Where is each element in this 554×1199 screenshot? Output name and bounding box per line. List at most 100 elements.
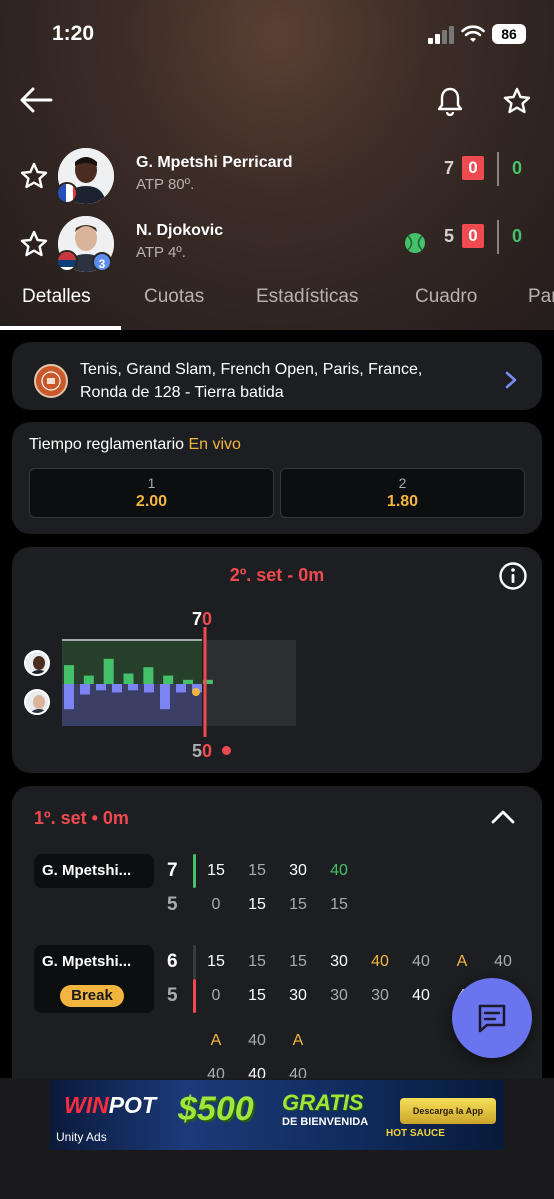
serve-ball-icon <box>192 688 200 696</box>
chat-icon <box>478 1004 506 1033</box>
momentum-bar-player-1 <box>103 658 114 684</box>
momentum-bar-player-2 <box>80 684 90 695</box>
tab-odds[interactable]: Cuotas <box>144 286 204 308</box>
odd-option-1[interactable]: 1 2.00 <box>29 468 274 518</box>
game-score-bottom: 5 <box>167 985 178 1006</box>
player-row-2[interactable]: 3 N. Djokovic ATP 4º. 5 0 0 <box>0 212 554 276</box>
point-value: 30 <box>371 987 389 1004</box>
chevron-right-icon <box>505 371 517 389</box>
odd-value: 1.80 <box>386 493 419 510</box>
arrow-left-icon <box>20 87 53 113</box>
point-value: 15 <box>289 953 307 970</box>
player-games: 5 <box>444 226 455 246</box>
ad-banner-area: WINPOT Unity Ads $500 GRATIS DE BIENVENI… <box>0 1078 554 1199</box>
tab-draw[interactable]: Cuadro <box>415 286 477 308</box>
point-value: 15 <box>207 862 225 879</box>
momentum-bar-player-1 <box>143 667 154 684</box>
point-value: 30 <box>289 862 307 879</box>
point-value: 15 <box>330 896 348 913</box>
point-value: 40 <box>330 862 348 879</box>
odds-title-text: Tiempo reglamentario <box>29 436 185 453</box>
momentum-bar-player-2 <box>160 684 170 710</box>
tab-statistics[interactable]: Estadísticas <box>256 286 358 308</box>
ad-brand-a: WIN <box>64 1092 109 1118</box>
player-games: 7 <box>444 158 455 178</box>
point-value: A <box>456 953 468 970</box>
battery-level: 86 <box>492 24 526 44</box>
momentum-top-point: 0 <box>202 609 213 629</box>
match-header: 1:20 86 G. Mpetshi Perricard ATP 80º. 7 … <box>0 0 554 330</box>
point-value: A <box>292 1032 304 1049</box>
chat-button[interactable] <box>452 978 532 1058</box>
favorite-player-star-icon[interactable] <box>18 160 50 192</box>
score-divider <box>497 152 499 186</box>
game-divider-bar <box>193 945 196 979</box>
tournament-card[interactable]: Tenis, Grand Slam, French Open, Paris, F… <box>12 342 542 410</box>
server-name: G. Mpetshi... <box>42 953 132 970</box>
point-value: 40 <box>412 953 430 970</box>
point-value: 30 <box>330 953 348 970</box>
odds-title: Tiempo reglamentario En vivo <box>29 436 241 454</box>
point-value: 40 <box>371 953 389 970</box>
momentum-top-games: 7 <box>192 609 203 629</box>
game-winner-bar <box>193 854 196 888</box>
unity-ads-label: Unity Ads <box>56 1130 107 1144</box>
ad-amount: $500 <box>178 1090 254 1128</box>
tab-details[interactable]: Detalles <box>22 286 91 308</box>
tab-bar: Detalles Cuotas Estadísticas Cuadro Par <box>0 276 554 330</box>
player-row-1[interactable]: G. Mpetshi Perricard ATP 80º. 7 0 0 <box>0 144 554 208</box>
star-icon <box>503 87 531 114</box>
ad-hot: HOT SAUCE <box>386 1128 445 1139</box>
point-value: 15 <box>248 896 266 913</box>
player-point: 0 <box>462 224 484 248</box>
odd-label: 1 <box>147 475 156 491</box>
game-score-top: 7 <box>167 860 178 881</box>
momentum-bar-player-1 <box>123 673 134 684</box>
point-value: 15 <box>289 896 307 913</box>
serbia-flag-icon <box>56 250 78 272</box>
momentum-bar-player-1 <box>83 675 94 684</box>
player-name: N. Djokovic <box>136 222 224 239</box>
point-value: 40 <box>248 1032 266 1049</box>
momentum-bar-player-2 <box>96 684 106 691</box>
ad-download-button[interactable]: Descarga la App <box>400 1098 496 1124</box>
point-value: 0 <box>211 987 221 1004</box>
favorite-player-star-icon[interactable] <box>18 228 50 260</box>
ad-brand: WINPOT <box>64 1092 156 1119</box>
player-point: 0 <box>462 156 484 180</box>
ad-bienvenida: DE BIENVENIDA <box>282 1116 369 1128</box>
point-value: 40 <box>412 987 430 1004</box>
live-dot <box>222 746 231 755</box>
point-value: 15 <box>248 862 266 879</box>
momentum-bar-player-1 <box>183 679 194 684</box>
momentum-bar-player-2 <box>128 684 138 691</box>
favorite-match-button[interactable] <box>500 84 534 118</box>
notifications-button[interactable] <box>434 84 466 118</box>
momentum-bar-player-1 <box>163 675 174 684</box>
momentum-bottom-score: 50 <box>192 741 212 762</box>
player-rank: ATP 4º. <box>136 244 186 261</box>
server-name: G. Mpetshi... <box>34 854 154 888</box>
wifi-icon <box>461 25 485 42</box>
point-value: 0 <box>211 896 221 913</box>
ad-banner[interactable]: WINPOT Unity Ads $500 GRATIS DE BIENVENI… <box>50 1080 504 1150</box>
back-button[interactable] <box>18 84 54 116</box>
break-badge: Break <box>60 985 124 1007</box>
odds-card: Tiempo reglamentario En vivo 1 2.00 2 1.… <box>12 422 542 534</box>
info-icon[interactable] <box>498 561 528 591</box>
point-value: 15 <box>248 987 266 1004</box>
seed-badge: 3 <box>92 252 112 272</box>
odd-value: 2.00 <box>135 493 168 510</box>
server-name-break: G. Mpetshi... Break <box>34 945 154 1013</box>
serving-ball-icon <box>405 233 425 253</box>
game-winner-bar <box>193 979 196 1013</box>
momentum-bottom-point: 0 <box>202 741 213 761</box>
point-value: A <box>210 1032 222 1049</box>
tournament-line-1: Tenis, Grand Slam, French Open, Paris, F… <box>80 361 423 378</box>
chevron-up-icon[interactable] <box>490 808 516 826</box>
point-value: 40 <box>494 953 512 970</box>
momentum-bar-player-2 <box>176 684 186 693</box>
tab-more[interactable]: Par <box>528 286 554 308</box>
odd-option-2[interactable]: 2 1.80 <box>280 468 525 518</box>
active-tab-indicator <box>0 326 121 330</box>
